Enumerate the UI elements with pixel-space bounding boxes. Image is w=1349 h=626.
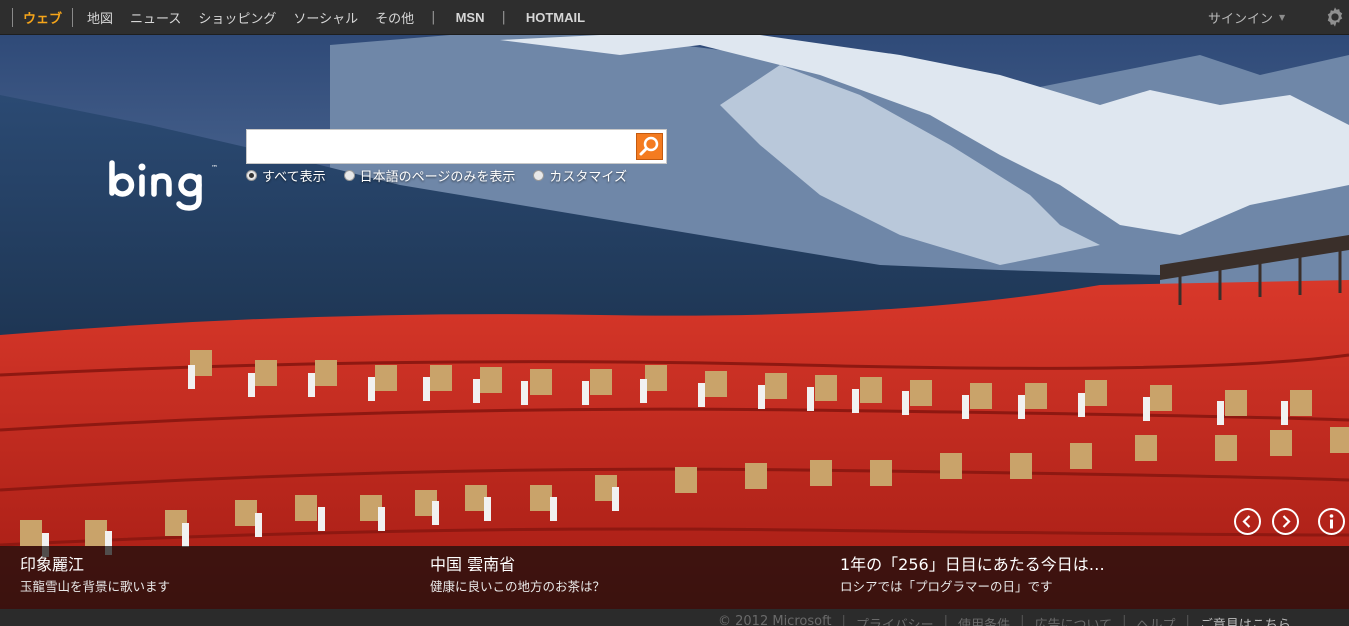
search-scope-filters: すべて表示 日本語のページのみを表示 カスタマイズ [246,166,645,185]
footer-links: © 2012 Microsoft | プライバシー | 使用条件 | 広告につい… [718,614,1301,626]
hero-image [0,35,1349,609]
caption-title: 印象麗江 [20,555,85,574]
footer-feedback-link[interactable]: ご意見はこちら [1200,614,1291,626]
nav-separator: | [501,10,506,25]
search-input[interactable] [247,130,635,163]
caption-location[interactable]: 中国 雲南省 健康に良いこの地方のお茶は？ [430,554,605,596]
gear-icon[interactable] [1324,6,1346,28]
signin-label: サインイン [1208,12,1274,27]
info-icon [1329,514,1334,529]
caption-subtitle: 玉龍雪山を背景に歌います [20,579,171,594]
signin-button[interactable]: サインイン ▼ [1208,0,1285,35]
footer-separator: | [1185,614,1190,626]
caption-subtitle: 健康に良いこの地方のお茶は？ [430,579,606,594]
filter-label: 日本語のページのみを表示 [359,169,516,185]
next-image-button[interactable] [1272,508,1299,535]
caption-title: 中国 雲南省 [430,555,516,574]
caption-subtitle: ロシアでは「プログラマーの日」です [840,579,1053,594]
copyright: © 2012 Microsoft [718,614,832,626]
search-button[interactable] [636,133,663,160]
magnifier-icon [639,136,659,156]
image-info-button[interactable] [1318,508,1345,535]
previous-image-button[interactable] [1234,508,1261,535]
chevron-left-icon [1242,515,1251,528]
nav-web[interactable]: ウェブ [12,8,74,27]
footer-help-link[interactable]: ヘルプ [1136,614,1175,626]
caption-title: 1年の「256」日目にあたる今日は… [840,555,1105,574]
nav-links: ウェブ 地図 ニュース ショッピング ソーシャル その他 | MSN | HOT… [12,0,602,35]
svg-text:™: ™ [211,164,218,172]
nav-more[interactable]: その他 [375,8,414,27]
filter-all[interactable]: すべて表示 [246,166,326,185]
footer-privacy-link[interactable]: プライバシー [856,614,934,626]
footer-terms-link[interactable]: 使用条件 [958,614,1010,626]
nav-hotmail[interactable]: HOTMAIL [526,10,585,25]
nav-news[interactable]: ニュース [130,8,181,27]
search-box [246,129,667,164]
footer-separator: | [841,614,846,626]
filter-label: すべて表示 [262,169,326,185]
nav-separator: | [431,10,436,25]
radio-button[interactable] [343,169,355,181]
filter-japanese-only[interactable]: 日本語のページのみを表示 [343,166,516,185]
radio-button[interactable] [533,169,545,181]
caption-image[interactable]: 印象麗江 玉龍雪山を背景に歌います [20,554,170,596]
caption-trivia[interactable]: 1年の「256」日目にあたる今日は… ロシアでは「プログラマーの日」です [840,554,1105,596]
nav-msn[interactable]: MSN [456,10,485,25]
hotspot-captions: 印象麗江 玉龍雪山を背景に歌います 中国 雲南省 健康に良いこの地方のお茶は？ … [0,546,1349,609]
footer-separator: | [1020,614,1025,626]
footer-separator: | [1122,614,1127,626]
footer-separator: | [943,614,949,626]
footer: © 2012 Microsoft | プライバシー | 使用条件 | 広告につい… [0,609,1349,626]
radio-button[interactable] [246,169,257,181]
hero-background: ™ すべて表示 日本語のページのみを表示 カスタマイズ 印象麗江 玉龍雪山を背景… [0,35,1349,609]
chevron-right-icon [1282,515,1291,528]
filter-customize[interactable]: カスタマイズ [533,166,627,185]
nav-social[interactable]: ソーシャル [293,8,358,27]
nav-shopping[interactable]: ショッピング [198,8,276,27]
top-navigation-bar: ウェブ 地図 ニュース ショッピング ソーシャル その他 | MSN | HOT… [0,0,1349,35]
filter-label: カスタマイズ [549,169,627,185]
bing-logo[interactable]: ™ [108,159,238,211]
nav-maps[interactable]: 地図 [87,8,113,27]
chevron-down-icon: ▼ [1279,13,1286,22]
footer-advertise-link[interactable]: 広告について [1034,614,1112,626]
